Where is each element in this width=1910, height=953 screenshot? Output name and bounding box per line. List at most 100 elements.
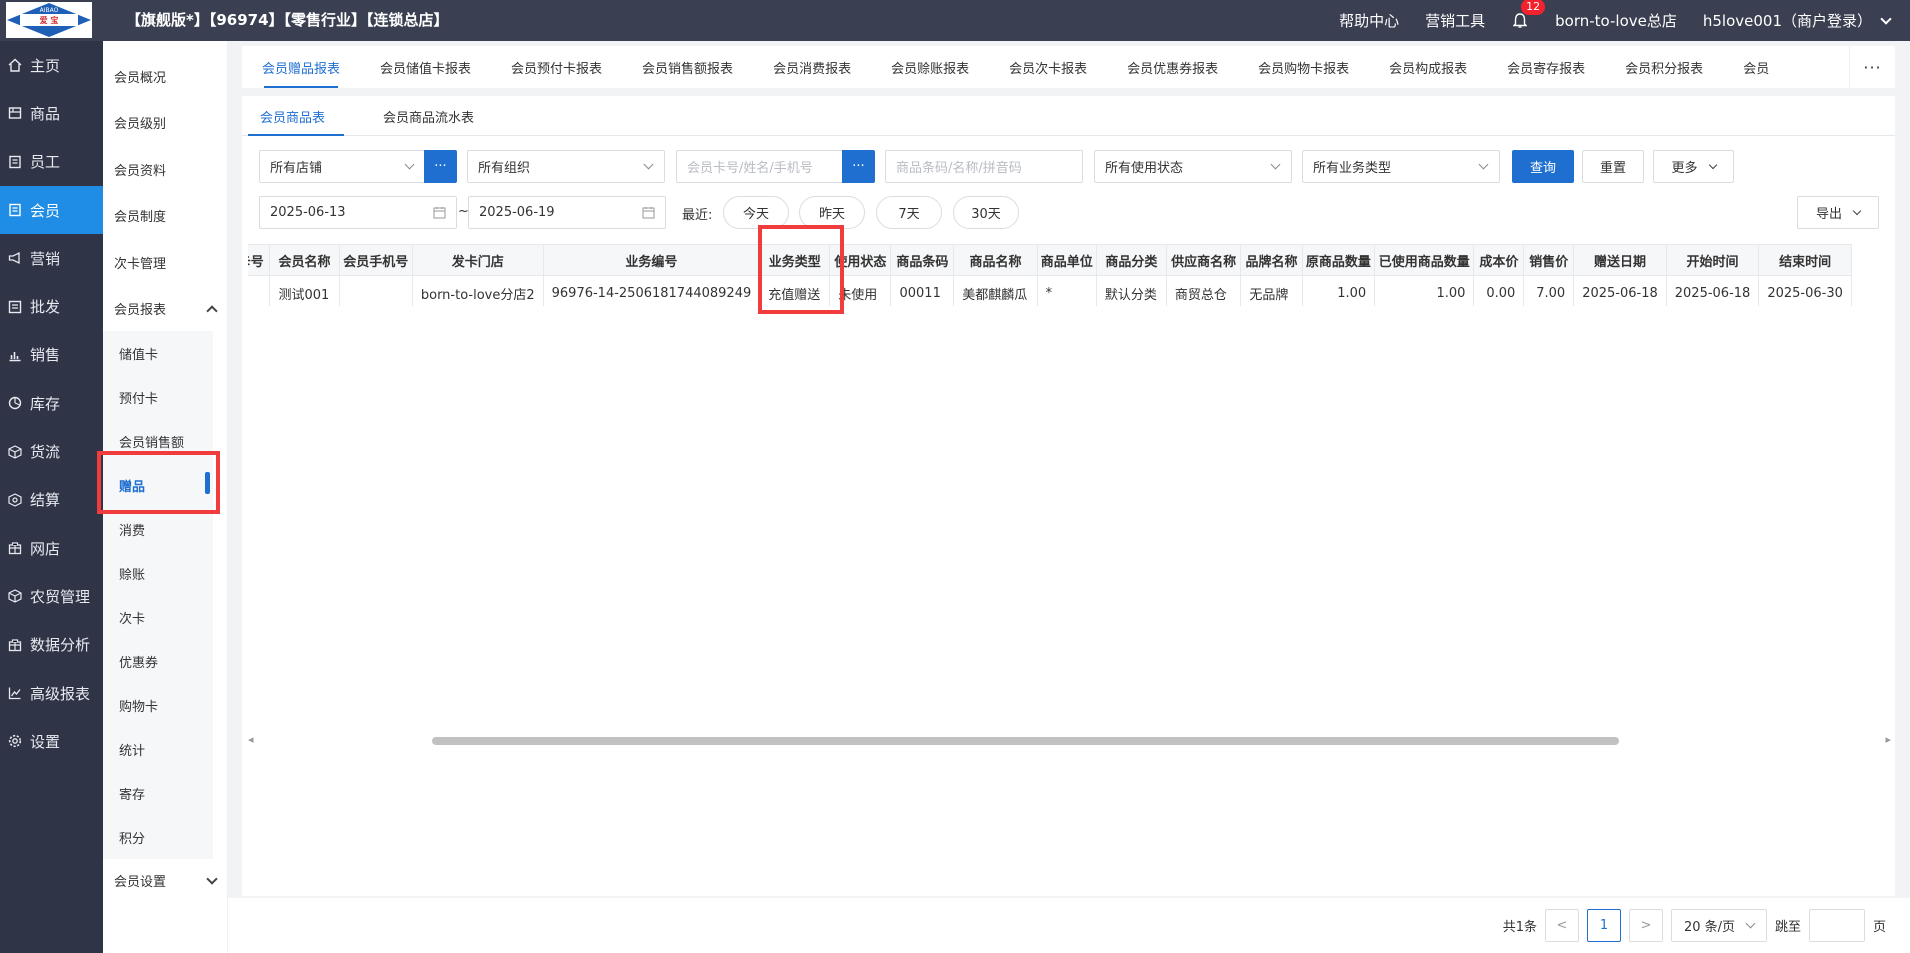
- col-header[interactable]: 会员手机号: [338, 244, 413, 276]
- col-header[interactable]: 已使用商品数量: [1374, 244, 1475, 276]
- sub-nav-member-policy[interactable]: 会员制度: [114, 206, 166, 225]
- nav-item-inventory[interactable]: 库存: [0, 379, 103, 427]
- sub-nav-credit[interactable]: 赊账: [119, 564, 145, 583]
- tab-coupon-report[interactable]: 会员优惠券报表: [1107, 46, 1238, 88]
- tab-count-card-report[interactable]: 会员次卡报表: [989, 46, 1107, 88]
- sub-nav-member-report-group[interactable]: 会员报表: [114, 299, 218, 318]
- export-button[interactable]: 导出: [1797, 196, 1879, 229]
- nav-item-wholesale[interactable]: 批发: [0, 282, 103, 330]
- sub-nav-points[interactable]: 积分: [119, 828, 145, 847]
- reset-button[interactable]: 重置: [1582, 150, 1644, 183]
- sub-nav-prepaid-card[interactable]: 预付卡: [119, 388, 158, 407]
- nav-item-settings[interactable]: 设置: [0, 717, 103, 765]
- col-header[interactable]: 原商品数量: [1301, 244, 1376, 276]
- start-date-input[interactable]: 2025-06-13: [259, 196, 457, 229]
- store-picker-button[interactable]: ···: [424, 150, 457, 183]
- scrollbar-thumb[interactable]: [432, 737, 1619, 745]
- col-header[interactable]: 销售价: [1523, 244, 1575, 276]
- tab-shopping-card-report[interactable]: 会员购物卡报表: [1238, 46, 1369, 88]
- sub-nav-member-profile[interactable]: 会员资料: [114, 160, 166, 179]
- tab-credit-report[interactable]: 会员赊账报表: [871, 46, 989, 88]
- sub-nav-deposit[interactable]: 寄存: [119, 784, 145, 803]
- tab-member-gift-report[interactable]: 会员赠品报表: [242, 46, 360, 88]
- sub-nav-statistics[interactable]: 统计: [119, 740, 145, 759]
- end-date-input[interactable]: 2025-06-19: [468, 196, 666, 229]
- nav-item-home[interactable]: 主页: [0, 41, 103, 89]
- query-button[interactable]: 查询: [1512, 150, 1574, 183]
- col-header[interactable]: 业务编号: [542, 244, 761, 276]
- col-header[interactable]: 结束时间: [1758, 244, 1852, 276]
- page-size-select[interactable]: 20 条/页: [1670, 909, 1767, 942]
- sub-nav-count-card-report[interactable]: 次卡: [119, 608, 145, 627]
- sub-nav-gift[interactable]: 赠品: [119, 476, 145, 495]
- page-1-button[interactable]: 1: [1586, 909, 1621, 942]
- sub-nav-member-level[interactable]: 会员级别: [114, 113, 166, 132]
- tab-sales-report[interactable]: 会员销售额报表: [622, 46, 753, 88]
- marketing-tools-link[interactable]: 营销工具: [1425, 10, 1485, 31]
- today-button[interactable]: 今天: [723, 196, 789, 229]
- notification-bell[interactable]: 12: [1511, 0, 1546, 31]
- prev-page-button[interactable]: <: [1544, 909, 1579, 942]
- nav-item-sales[interactable]: 销售: [0, 331, 103, 379]
- col-header-biz-type[interactable]: 业务类型: [759, 244, 831, 276]
- scroll-left-icon[interactable]: ◂: [248, 733, 254, 746]
- tab-stored-value-report[interactable]: 会员储值卡报表: [360, 46, 491, 88]
- nav-item-farm[interactable]: 农贸管理: [0, 572, 103, 620]
- sub-nav-coupon[interactable]: 优惠券: [119, 652, 158, 671]
- tab-deposit-report[interactable]: 会员寄存报表: [1487, 46, 1605, 88]
- col-header[interactable]: 开始时间: [1665, 244, 1760, 276]
- sub-nav-count-card[interactable]: 次卡管理: [114, 253, 166, 272]
- member-picker-button[interactable]: ···: [842, 150, 875, 183]
- member-search-input[interactable]: 会员卡号/姓名/手机号: [676, 150, 843, 183]
- sub-nav-member-settings-group[interactable]: 会员设置: [114, 871, 218, 890]
- col-header[interactable]: 赠送日期: [1573, 244, 1667, 276]
- table-row[interactable]: 测试001 born-to-love分店2 96976-14-250618174…: [248, 275, 1852, 306]
- org-select[interactable]: 所有组织: [467, 150, 665, 183]
- tab-consumption-report[interactable]: 会员消费报表: [753, 46, 871, 88]
- nav-item-webshop[interactable]: 网店: [0, 524, 103, 572]
- use-status-select[interactable]: 所有使用状态: [1094, 150, 1292, 183]
- subtab-member-goods-flow[interactable]: 会员商品流水表: [383, 96, 474, 136]
- last-7-days-button[interactable]: 7天: [876, 196, 942, 229]
- nav-item-advanced-report[interactable]: 高级报表: [0, 669, 103, 717]
- sub-nav-stored-value-card[interactable]: 储值卡: [119, 344, 158, 363]
- sub-nav-member-sales[interactable]: 会员销售额: [119, 432, 184, 451]
- sub-nav-member-overview[interactable]: 会员概况: [114, 67, 166, 86]
- col-header[interactable]: 成本价: [1473, 244, 1525, 276]
- col-header[interactable]: 商品分类: [1095, 244, 1167, 276]
- col-header[interactable]: 会员名称: [269, 244, 340, 276]
- nav-item-settlement[interactable]: 结算: [0, 476, 103, 524]
- more-filters-button[interactable]: 更多: [1653, 150, 1734, 183]
- col-header[interactable]: 供应商名称: [1165, 244, 1242, 276]
- col-header[interactable]: 发卡门店: [411, 244, 544, 276]
- col-header[interactable]: 会员卡号: [248, 244, 271, 276]
- nav-item-analysis[interactable]: 数据分析: [0, 621, 103, 669]
- col-header[interactable]: 品牌名称: [1240, 244, 1303, 276]
- table-horizontal-scrollbar[interactable]: ◂ ▸: [248, 733, 1895, 747]
- col-header[interactable]: 商品名称: [953, 244, 1038, 276]
- store-select[interactable]: 所有店铺: [259, 150, 426, 183]
- help-center-link[interactable]: 帮助中心: [1339, 10, 1399, 31]
- nav-item-marketing[interactable]: 营销: [0, 234, 103, 282]
- user-menu[interactable]: h5love001（商户登录）: [1703, 10, 1892, 31]
- jump-page-input[interactable]: [1808, 909, 1865, 942]
- goods-search-input[interactable]: 商品条码/名称/拼音码: [885, 150, 1083, 183]
- tabs-more-button[interactable]: ···: [1849, 46, 1895, 88]
- tab-prepaid-report[interactable]: 会员预付卡报表: [491, 46, 622, 88]
- col-header[interactable]: 商品条码: [890, 244, 955, 276]
- nav-item-member[interactable]: 会员: [0, 185, 103, 235]
- last-30-days-button[interactable]: 30天: [953, 196, 1019, 229]
- nav-item-staff[interactable]: 员工: [0, 138, 103, 186]
- tab-points-report[interactable]: 会员积分报表: [1605, 46, 1723, 88]
- tab-truncated[interactable]: 会员: [1723, 46, 1789, 88]
- store-switcher[interactable]: born-to-love总店: [1555, 10, 1677, 31]
- scroll-right-icon[interactable]: ▸: [1885, 733, 1891, 746]
- sub-nav-shopping-card[interactable]: 购物卡: [119, 696, 158, 715]
- sub-nav-consumption[interactable]: 消费: [119, 520, 145, 539]
- next-page-button[interactable]: >: [1628, 909, 1663, 942]
- yesterday-button[interactable]: 昨天: [799, 196, 865, 229]
- col-header[interactable]: 商品单位: [1036, 244, 1097, 276]
- subtab-member-goods[interactable]: 会员商品表: [260, 96, 325, 136]
- nav-item-product[interactable]: 商品: [0, 89, 103, 137]
- tab-composition-report[interactable]: 会员构成报表: [1369, 46, 1487, 88]
